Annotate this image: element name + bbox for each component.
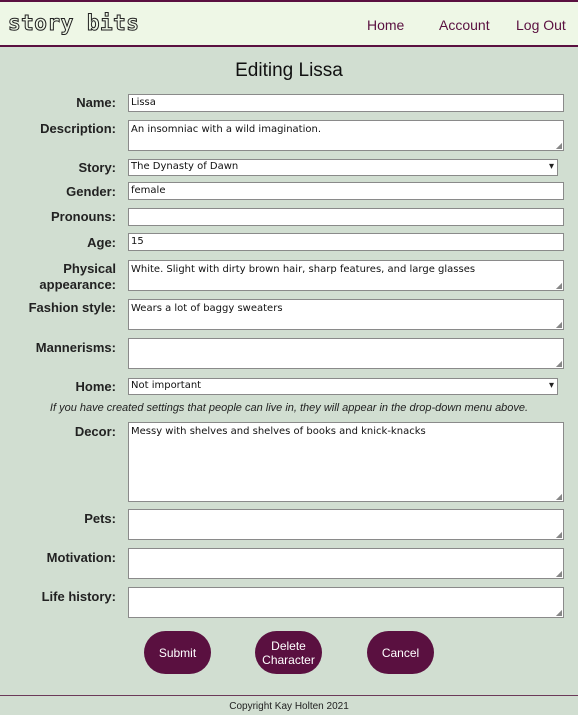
decor-value: Messy with shelves and shelves of books … <box>131 426 426 437</box>
cancel-button[interactable]: Cancel <box>367 631 434 674</box>
mannerisms-textarea[interactable]: ◢ <box>128 338 564 369</box>
delete-button-line1: Delete <box>271 638 306 653</box>
life-history-textarea[interactable]: ◢ <box>128 587 564 618</box>
motivation-textarea[interactable]: ◢ <box>128 548 564 579</box>
age-label: Age: <box>87 235 116 250</box>
fashion-style-value: Wears a lot of baggy sweaters <box>131 303 283 314</box>
delete-character-button[interactable]: Delete Character <box>255 631 322 674</box>
submit-button[interactable]: Submit <box>144 631 211 674</box>
chevron-down-icon: ▾ <box>548 161 554 172</box>
story-select[interactable]: The Dynasty of Dawn ▾ <box>128 159 558 176</box>
home-label: Home: <box>75 379 116 394</box>
home-selected-value: Not important <box>131 380 202 391</box>
nav-logout-link[interactable]: Log Out <box>516 17 566 33</box>
pets-label: Pets: <box>84 511 116 526</box>
description-label: Description: <box>40 121 116 136</box>
home-hint-text: If you have created settings that people… <box>49 402 529 414</box>
delete-button-line2: Character <box>262 652 315 667</box>
page-title: Editing Lissa <box>235 60 343 81</box>
description-value: An insomniac with a wild imagination. <box>131 124 321 135</box>
site-logo[interactable]: story bits <box>7 11 139 36</box>
description-textarea[interactable]: An insomniac with a wild imagination. ◢ <box>128 120 564 151</box>
chevron-down-icon: ▾ <box>548 380 554 391</box>
resize-grip-icon[interactable]: ◢ <box>556 531 562 539</box>
pets-textarea[interactable]: ◢ <box>128 509 564 540</box>
age-field[interactable]: 15 <box>128 233 564 251</box>
physical-label-line2: appearance: <box>39 277 116 292</box>
physical-appearance-value: White. Slight with dirty brown hair, sha… <box>131 264 476 275</box>
physical-appearance-textarea[interactable]: White. Slight with dirty brown hair, sha… <box>128 260 564 291</box>
decor-textarea[interactable]: Messy with shelves and shelves of books … <box>128 422 564 502</box>
resize-grip-icon[interactable]: ◢ <box>556 570 562 578</box>
resize-grip-icon[interactable]: ◢ <box>556 609 562 617</box>
fashion-style-label: Fashion style: <box>28 300 116 315</box>
life-history-label: Life history: <box>41 589 116 604</box>
decor-label: Decor: <box>74 424 116 439</box>
home-select[interactable]: Not important ▾ <box>128 378 558 395</box>
resize-grip-icon[interactable]: ◢ <box>556 493 562 501</box>
gender-label: Gender: <box>66 184 116 199</box>
story-selected-value: The Dynasty of Dawn <box>131 161 239 172</box>
pronouns-label: Pronouns: <box>51 209 116 224</box>
resize-grip-icon[interactable]: ◢ <box>556 360 562 368</box>
footer-copyright: Copyright Kay Holten 2021 <box>0 695 578 715</box>
fashion-style-textarea[interactable]: Wears a lot of baggy sweaters ◢ <box>128 299 564 330</box>
name-label: Name: <box>76 95 116 110</box>
physical-appearance-label: Physical appearance: <box>6 261 116 293</box>
gender-field[interactable]: female <box>128 182 564 200</box>
story-label: Story: <box>78 160 116 175</box>
name-field[interactable]: Lissa <box>128 94 564 112</box>
resize-grip-icon[interactable]: ◢ <box>556 282 562 290</box>
nav-account-link[interactable]: Account <box>439 17 490 33</box>
delete-button-label: Delete Character <box>262 639 315 667</box>
pronouns-field[interactable] <box>128 208 564 226</box>
physical-label-line1: Physical <box>63 261 116 276</box>
mannerisms-label: Mannerisms: <box>35 340 116 355</box>
resize-grip-icon[interactable]: ◢ <box>556 142 562 150</box>
motivation-label: Motivation: <box>46 550 116 565</box>
top-bar: story bits Home Account Log Out <box>0 0 578 47</box>
resize-grip-icon[interactable]: ◢ <box>556 321 562 329</box>
nav-home-link[interactable]: Home <box>367 17 404 33</box>
